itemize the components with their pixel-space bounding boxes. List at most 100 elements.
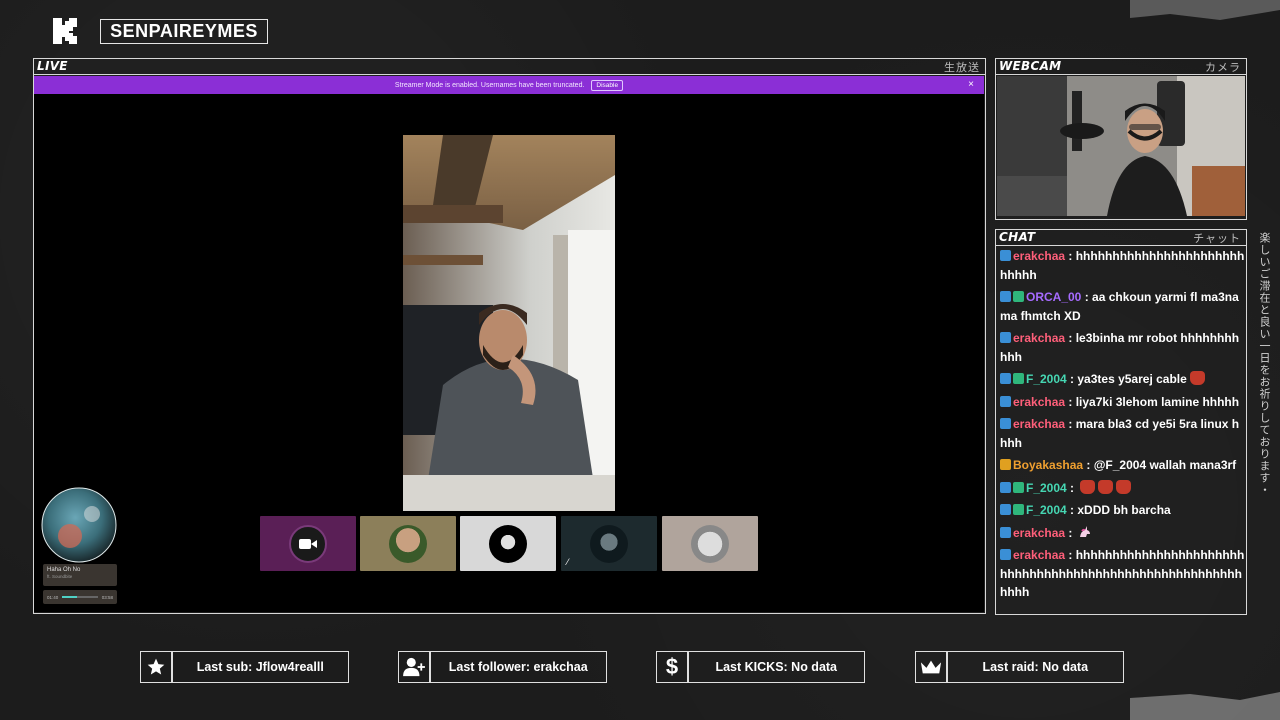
channel-name: SENPAIREYMES xyxy=(100,19,268,44)
chat-username[interactable]: erakchaa xyxy=(1013,417,1065,431)
chat-separator: : xyxy=(1083,458,1094,472)
emote-icon xyxy=(1080,479,1096,494)
verified-badge-icon xyxy=(1000,481,1011,493)
chat-username[interactable]: erakchaa xyxy=(1013,395,1065,409)
chat-message: erakchaa : xyxy=(1000,524,1246,543)
chat-message: erakchaa : hhhhhhhhhhhhhhhhhhhhhhhhhhhh xyxy=(1000,247,1246,284)
emote-icon xyxy=(1116,479,1132,494)
chat-message: Boyakashaa : @F_2004 wallah mana3rf xyxy=(1000,456,1246,475)
stat-text: Last KICKS: No data xyxy=(715,660,838,674)
chat-username[interactable]: F_2004 xyxy=(1026,481,1067,495)
stat-text: Last follower: erakchaa xyxy=(448,660,588,674)
chat-separator: : xyxy=(1065,417,1076,431)
chat-text: @F_2004 wallah mana3rf xyxy=(1093,458,1237,472)
chat-separator: : xyxy=(1065,548,1076,562)
chat-jp-label: チャット xyxy=(1193,232,1241,245)
main-video-feed[interactable] xyxy=(403,135,615,511)
participant-tile-2[interactable] xyxy=(360,516,456,571)
chat-username[interactable]: F_2004 xyxy=(1026,372,1067,386)
crown-icon xyxy=(916,652,946,682)
stat-last-sub: Last sub: Jflow4realll xyxy=(140,651,349,683)
webcam-feed[interactable] xyxy=(997,76,1245,216)
verified-badge-icon xyxy=(1000,526,1011,538)
progress-track xyxy=(62,596,98,598)
chat-separator: : xyxy=(1066,372,1078,386)
streamer-mode-banner: Streamer Mode is enabled. Usernames have… xyxy=(34,76,984,94)
live-label: LIVE xyxy=(37,59,68,73)
crown-badge-icon xyxy=(1000,459,1011,470)
chat-text: ya3tes y5arej cable xyxy=(1077,372,1187,386)
subscriber-badge-icon xyxy=(1013,291,1024,302)
chat-message: F_2004 : xyxy=(1000,479,1246,498)
verified-badge-icon xyxy=(1000,395,1011,407)
avatar xyxy=(389,524,427,563)
chat-username[interactable]: erakchaa xyxy=(1013,548,1065,562)
side-vertical-text: 楽しいご滞在と良い一日をお祈りしております・ xyxy=(1258,232,1271,496)
verified-badge-icon xyxy=(1000,332,1011,343)
chat-separator: : xyxy=(1081,290,1093,304)
chat-separator: : xyxy=(1066,480,1078,495)
unicorn-emote-icon xyxy=(1078,525,1092,539)
chat-separator: : xyxy=(1065,249,1076,263)
chat-username[interactable]: F_2004 xyxy=(1026,503,1067,517)
avatar xyxy=(590,524,628,563)
emote-icon xyxy=(1189,371,1205,385)
chat-message: erakchaa : le3binha mr robot hhhhhhhhhhh xyxy=(1000,329,1246,366)
verified-badge-icon xyxy=(1000,418,1011,429)
song-artist: ft. Soundbite xyxy=(47,574,73,579)
kick-logo-icon xyxy=(50,16,80,46)
chat-separator: : xyxy=(1065,331,1076,345)
video-camera-icon xyxy=(289,524,327,563)
chat-header-divider xyxy=(996,245,1246,246)
participant-tile-5[interactable] xyxy=(662,516,758,571)
song-title: Haha Oh No xyxy=(47,567,81,573)
disable-button[interactable]: Disable xyxy=(591,79,624,91)
live-header: LIVE 生放送 xyxy=(33,58,986,75)
webcam-label: WEBCAM xyxy=(999,59,1062,73)
live-header-divider xyxy=(33,74,986,75)
chat-message: erakchaa : hhhhhhhhhhhhhhhhhhhhhhhhhhhhh… xyxy=(1000,546,1246,602)
chat-message-list[interactable]: erakchaa : hhhhhhhhhhhhhhhhhhhhhhhhhhhh O… xyxy=(1000,247,1246,613)
chat-message: erakchaa : liya7ki 3lehom lamine hhhhh xyxy=(1000,393,1246,412)
subscriber-badge-icon xyxy=(1013,504,1024,515)
song-progress: 01:40 03:58 xyxy=(43,590,117,604)
webcam-header-divider xyxy=(996,74,1246,75)
chat-username[interactable]: erakchaa xyxy=(1013,331,1065,345)
stat-last-raid: Last raid: No data xyxy=(915,651,1124,683)
verified-badge-icon xyxy=(1000,549,1011,560)
star-icon xyxy=(141,652,171,682)
grunge-edge-top xyxy=(1130,0,1280,24)
participant-tile-3[interactable] xyxy=(460,516,556,571)
subscriber-badge-icon xyxy=(1013,373,1024,384)
chat-username[interactable]: Boyakashaa xyxy=(1013,458,1083,472)
chat-username[interactable]: erakchaa xyxy=(1013,526,1065,540)
chat-message: F_2004 : ya3tes y5arej cable xyxy=(1000,370,1246,389)
album-art xyxy=(40,486,118,564)
chat-separator: : xyxy=(1066,503,1078,517)
verified-badge-icon xyxy=(1000,291,1011,302)
chat-username[interactable]: ORCA_00 xyxy=(1026,290,1081,304)
duration-time: 03:58 xyxy=(101,594,113,600)
avatar xyxy=(489,524,527,563)
emote-icon xyxy=(1098,479,1114,494)
progress-fill xyxy=(62,596,78,598)
webcam-header: WEBCAM カメラ xyxy=(996,58,1246,75)
grunge-edge-bottom xyxy=(1130,690,1280,720)
stat-last-follower: Last follower: erakchaa xyxy=(398,651,607,683)
muted-mic-icon: ⁄ xyxy=(567,557,569,567)
chat-message: F_2004 : xDDD bh barcha xyxy=(1000,501,1246,520)
elapsed-time: 01:40 xyxy=(47,594,59,600)
chat-label: CHAT xyxy=(999,230,1036,244)
participant-tile-camera[interactable] xyxy=(260,516,356,571)
participant-tile-4[interactable]: ⁄ xyxy=(561,516,657,571)
add-user-icon xyxy=(399,652,429,682)
streamer-mode-text: Streamer Mode is enabled. Usernames have… xyxy=(394,81,585,89)
chat-username[interactable]: erakchaa xyxy=(1013,249,1065,263)
chat-separator: : xyxy=(1065,525,1076,540)
dollar-icon: $ xyxy=(665,654,679,679)
chat-header: CHAT チャット xyxy=(996,229,1246,246)
close-icon[interactable]: × xyxy=(968,79,974,90)
webcam-jp-label: カメラ xyxy=(1205,61,1241,74)
verified-badge-icon xyxy=(1000,250,1011,261)
verified-badge-icon xyxy=(1000,504,1011,515)
